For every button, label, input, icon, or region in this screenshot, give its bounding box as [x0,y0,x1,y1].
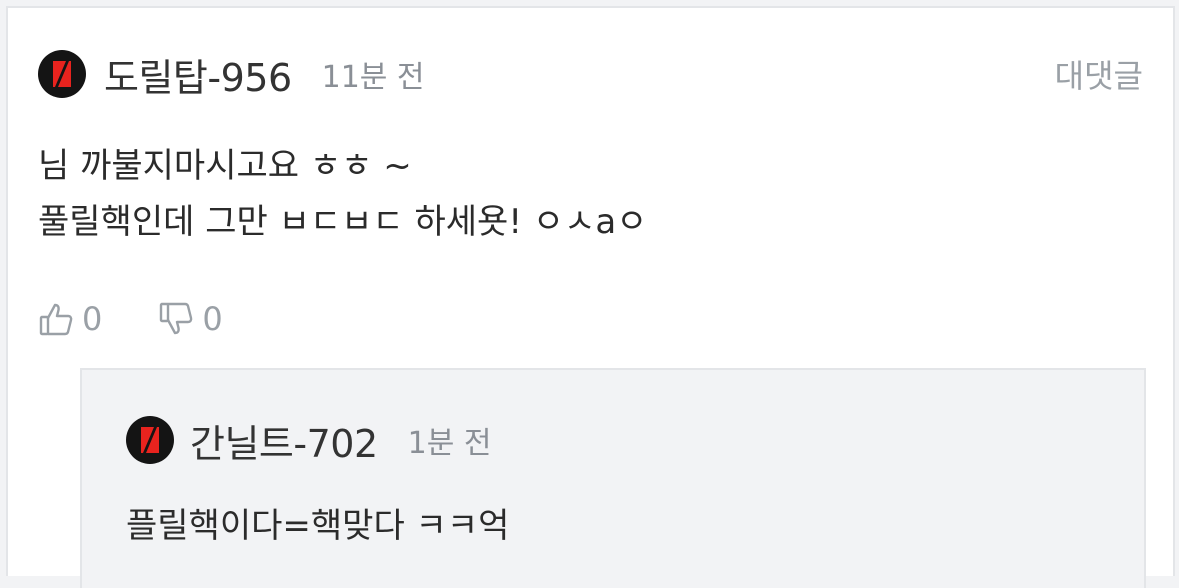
comment-body-line: 님 까불지마시고요 ㅎㅎ ~ [38,146,412,186]
comment-body: 님 까불지마시고요 ㅎㅎ ~ 풀릴핵인데 그만 ㅂㄷㅂㄷ 하세욧! ㅇㅅaㅇ [38,138,1143,250]
thumbs-up-icon [39,303,73,336]
reply-header: 간닐트-702 1분 전 [126,412,491,468]
avatar[interactable] [38,50,86,98]
comment-username[interactable]: 도릴탑-956 [104,47,292,102]
dislike-count: 0 [202,300,223,338]
comment-header: 도릴탑-956 11분 전 대댓글 [38,46,1143,102]
like-button[interactable]: 0 [38,300,102,338]
lightning-bolt-logo-icon [141,427,159,453]
reply-username[interactable]: 간닐트-702 [190,413,378,468]
reply-comment: 간닐트-702 1분 전 플릴핵이다=핵맞다 ㅋㅋ억 [80,368,1146,588]
thumbs-down-icon [160,302,193,335]
comment-timestamp: 11분 전 [321,60,425,95]
reply-button[interactable]: 대댓글 [1055,51,1143,97]
like-count: 0 [82,300,103,338]
reply-body: 플릴핵이다=핵맞다 ㅋㅋ억 [126,506,510,546]
comment-body-line: 풀릴핵인데 그만 ㅂㄷㅂㄷ 하세욧! ㅇㅅaㅇ [38,202,648,242]
dislike-button[interactable]: 0 [158,300,223,338]
reply-timestamp: 1분 전 [407,426,492,461]
avatar[interactable] [126,416,174,464]
reaction-bar: 0 0 [38,294,223,344]
comment-card: 도릴탑-956 11분 전 대댓글 님 까불지마시고요 ㅎㅎ ~ 풀릴핵인데 그… [6,6,1175,588]
lightning-bolt-logo-icon [53,61,71,87]
